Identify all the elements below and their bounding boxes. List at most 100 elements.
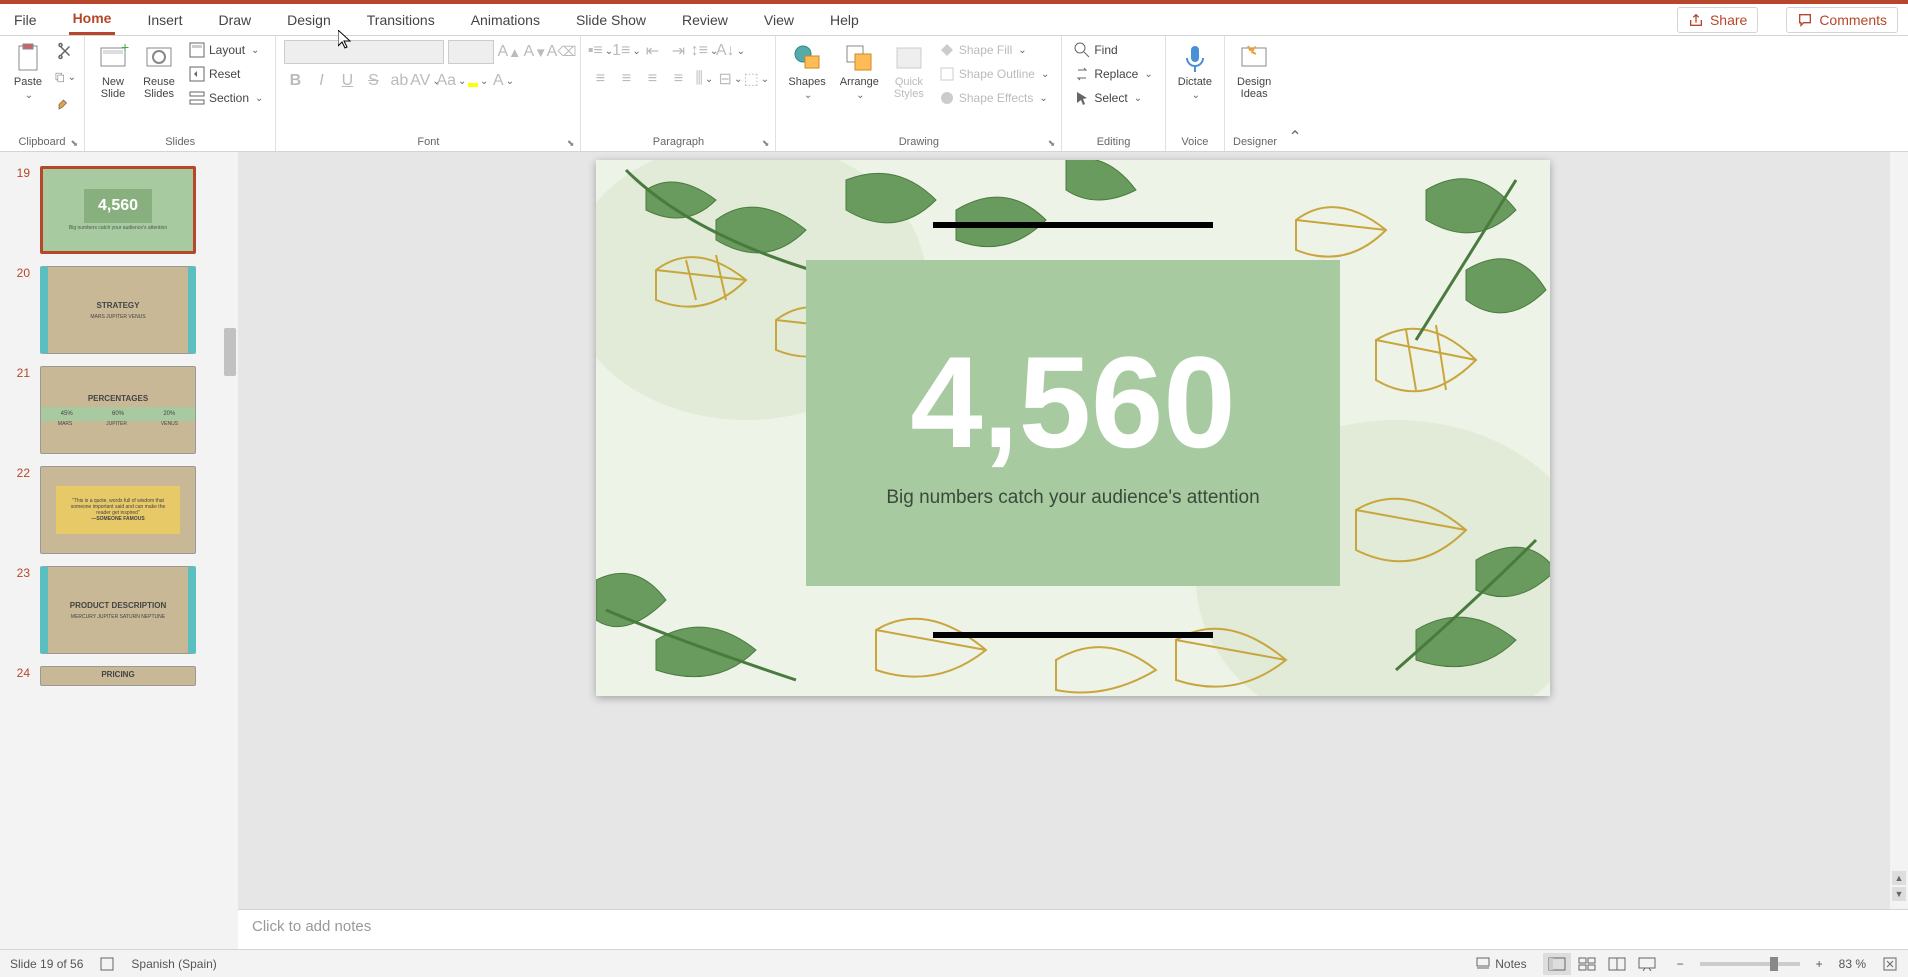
shape-outline-button[interactable]: Shape Outline⌄ [935,64,1053,84]
smartart-button[interactable]: ⬚⌄ [745,68,767,90]
thumbnail-preview[interactable]: "This is a quote, words full of wisdom t… [40,466,196,554]
tab-help[interactable]: Help [826,6,863,34]
accessibility-check-icon[interactable] [99,956,115,972]
numbering-button[interactable]: 1≡⌄ [615,40,637,62]
drawing-launcher[interactable]: ⬊ [1048,138,1056,149]
tab-review[interactable]: Review [678,6,732,34]
columns-button[interactable]: ⫼⌄ [693,68,715,90]
bullets-button[interactable]: ▪≡⌄ [589,40,611,62]
quick-styles-button[interactable]: Quick Styles [889,40,929,102]
italic-button[interactable]: I [310,70,332,92]
shape-fill-button[interactable]: Shape Fill⌄ [935,40,1053,60]
notes-toggle[interactable]: Notes [1475,956,1526,972]
shapes-button[interactable]: Shapes⌄ [784,40,829,103]
zoom-percentage[interactable]: 83 % [1839,957,1866,971]
tab-design[interactable]: Design [283,6,335,34]
slide-counter[interactable]: Slide 19 of 56 [10,957,83,971]
align-right-button[interactable]: ≡ [641,68,663,90]
zoom-in-button[interactable]: + [1816,957,1823,971]
thumbnail-pane[interactable]: 194,560Big numbers catch your audience's… [0,152,238,949]
bold-button[interactable]: B [284,70,306,92]
tab-animations[interactable]: Animations [467,6,544,34]
design-ideas-button[interactable]: Design Ideas [1233,40,1275,102]
tab-view[interactable]: View [760,6,798,34]
align-center-button[interactable]: ≡ [615,68,637,90]
justify-button[interactable]: ≡ [667,68,689,90]
section-button[interactable]: Section⌄ [185,88,267,108]
slideshow-view-button[interactable] [1633,953,1661,975]
strikethrough-button[interactable]: S [362,70,384,92]
zoom-slider[interactable] [1700,962,1800,966]
shape-effects-button[interactable]: Shape Effects⌄ [935,88,1053,108]
new-slide-button[interactable]: + New Slide [93,40,133,102]
char-spacing-button[interactable]: AV⌄ [414,70,436,92]
canvas-scrollbar[interactable]: ▲ ▼ [1890,152,1908,909]
slide-canvas[interactable]: 4,560 Big numbers catch your audience's … [596,160,1550,696]
font-launcher[interactable]: ⬊ [567,138,575,149]
thumbnail-scroll-handle[interactable] [224,328,236,376]
thumbnail-preview[interactable]: STRATEGYMARS JUPITER VENUS [40,266,196,354]
paste-button[interactable]: Paste ⌄ [8,40,48,103]
increase-font-button[interactable]: A▲ [498,41,520,63]
change-case-button[interactable]: Aa⌄ [440,70,462,92]
thumbnail-row[interactable]: 21PERCENTAGES45%60%20%MARSJUPITERVENUS [0,360,238,460]
thumbnail-row[interactable]: 24PRICING [0,660,238,692]
thumbnail-row[interactable]: 23PRODUCT DESCRIPTIONMERCURY JUPITER SAT… [0,560,238,660]
prev-slide-button[interactable]: ▲ [1892,871,1906,885]
font-size-combo[interactable] [448,40,494,64]
tab-transitions[interactable]: Transitions [363,6,439,34]
thumbnail-row[interactable]: 194,560Big numbers catch your audience's… [0,160,238,260]
cut-button[interactable] [54,40,76,62]
thumbnail-preview[interactable]: PRODUCT DESCRIPTIONMERCURY JUPITER SATUR… [40,566,196,654]
tab-insert[interactable]: Insert [143,6,186,34]
format-painter-button[interactable] [54,92,76,114]
thumbnail-row[interactable]: 22"This is a quote, words full of wisdom… [0,460,238,560]
comments-button[interactable]: Comments [1786,7,1898,33]
line-spacing-button[interactable]: ↕≡⌄ [693,40,715,62]
layout-button[interactable]: Layout⌄ [185,40,267,60]
underline-button[interactable]: U [336,70,358,92]
highlight-button[interactable]: ⌄ [466,70,488,92]
increase-indent-button[interactable]: ⇥ [667,40,689,62]
reading-view-button[interactable] [1603,953,1631,975]
notes-pane[interactable]: Click to add notes [238,909,1908,949]
clipboard-launcher[interactable]: ⬊ [70,138,78,149]
share-button[interactable]: Share [1677,7,1758,33]
tab-slideshow[interactable]: Slide Show [572,6,650,34]
zoom-out-button[interactable]: − [1677,957,1684,971]
thumbnail-row[interactable]: 20STRATEGYMARS JUPITER VENUS [0,260,238,360]
thumbnail-scrollbar[interactable] [220,152,238,949]
clear-formatting-button[interactable]: A⌫ [550,41,572,63]
replace-button[interactable]: Replace⌄ [1070,64,1156,84]
thumbnail-preview[interactable]: PERCENTAGES45%60%20%MARSJUPITERVENUS [40,366,196,454]
decrease-font-button[interactable]: A▼ [524,41,546,63]
paragraph-launcher[interactable]: ⬊ [762,138,770,149]
tab-home[interactable]: Home [69,4,116,35]
select-button[interactable]: Select⌄ [1070,88,1156,108]
slide-big-number[interactable]: 4,560 [910,337,1235,467]
dictate-button[interactable]: Dictate⌄ [1174,40,1216,103]
decrease-indent-button[interactable]: ⇤ [641,40,663,62]
thumbnail-preview[interactable]: PRICING [40,666,196,686]
arrange-button[interactable]: Arrange⌄ [836,40,883,103]
zoom-slider-handle[interactable] [1770,957,1778,971]
reset-button[interactable]: Reset [185,64,267,84]
thumbnail-preview[interactable]: 4,560Big numbers catch your audience's a… [40,166,196,254]
tab-file[interactable]: File [10,6,41,34]
find-button[interactable]: Find [1070,40,1156,60]
tab-draw[interactable]: Draw [214,6,255,34]
copy-button[interactable]: ⌄ [54,66,76,88]
font-color-button[interactable]: A⌄ [492,70,514,92]
slide-sorter-view-button[interactable] [1573,953,1601,975]
text-shadow-button[interactable]: ab [388,70,410,92]
reuse-slides-button[interactable]: Reuse Slides [139,40,179,102]
language-indicator[interactable]: Spanish (Spain) [131,957,216,971]
normal-view-button[interactable] [1543,953,1571,975]
slide-subtitle[interactable]: Big numbers catch your audience's attent… [886,487,1259,509]
font-name-combo[interactable] [284,40,444,64]
align-left-button[interactable]: ≡ [589,68,611,90]
next-slide-button[interactable]: ▼ [1892,887,1906,901]
fit-to-window-button[interactable] [1882,956,1898,972]
text-direction-button[interactable]: A↓⌄ [719,40,741,62]
align-text-button[interactable]: ⊟⌄ [719,68,741,90]
